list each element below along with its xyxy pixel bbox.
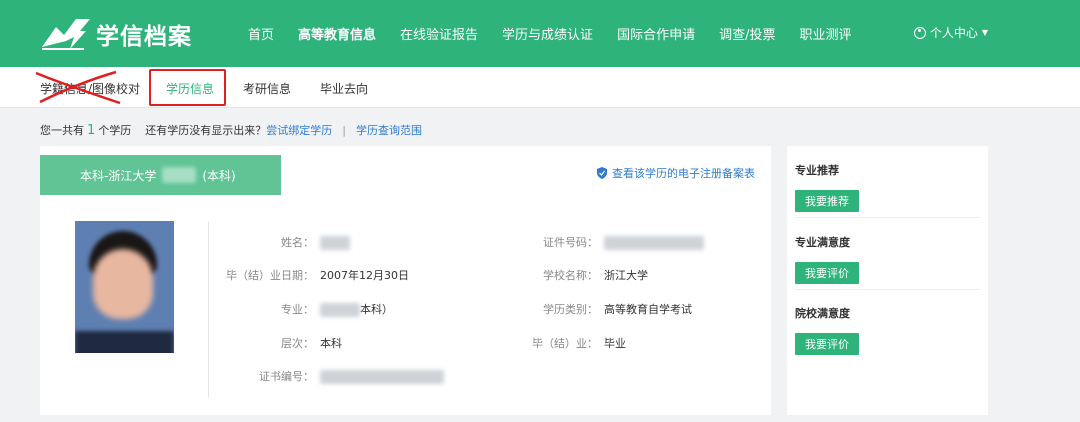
status-value: 毕业 [604,337,626,350]
bind-degree-link[interactable]: 尝试绑定学历 [266,122,332,138]
nav-higher-education[interactable]: 高等教育信息 [298,24,376,43]
side-section-major-recommend: 专业推荐 我要推荐 [795,162,980,212]
summary-hint: 还有学历没有显示出来？ [145,124,267,137]
site-logo[interactable]: 学信档案 [40,17,192,51]
field-major: 专业： 本科） [220,301,393,317]
field-id-number: 证件号码： [510,234,704,250]
status-label: 毕（结）业： [532,337,598,350]
query-scope-link[interactable]: 学历查询范围 [356,122,422,138]
shield-icon [597,167,607,179]
side-title: 院校满意度 [795,307,850,320]
major-value: 本科） [360,303,393,316]
register-form-link[interactable]: 查看该学历的电子注册备案表 [597,165,755,181]
type-value: 高等教育自学考试 [604,303,692,316]
side-panel: 专业推荐 我要推荐 专业满意度 我要评价 院校满意度 我要评价 [787,146,988,415]
major-label: 专业： [281,303,314,316]
degree-card: 本科-浙江大学 (本科) 查看该学历的电子注册备案表 姓名： 毕（结）业日期： 2… [40,146,771,415]
side-section-school-satisfaction: 院校满意度 我要评价 [795,305,980,355]
grad-date-value: 2007年12月30日 [320,269,409,282]
name-label: 姓名： [281,236,314,249]
field-degree-type: 学历类别： 高等教育自学考试 [510,301,692,317]
type-label: 学历类别： [543,303,598,316]
redacted-cert-no [320,370,444,384]
sub-nav: 学籍信息/图像校对 学历信息 考研信息 毕业去向 [0,67,1080,108]
nav-survey[interactable]: 调查/投票 [719,24,775,43]
tab-enrollment-info[interactable]: 学籍信息/图像校对 [40,80,140,97]
redacted-major [320,303,360,317]
rate-school-button[interactable]: 我要评价 [795,333,859,355]
nav-certification[interactable]: 学历与成绩认证 [502,24,593,43]
degree-tab-level: (本科) [202,168,236,183]
level-label: 层次： [281,337,314,350]
degree-summary: 您一共有 1 个学历 还有学历没有显示出来？ 尝试绑定学历 | 学历查询范围 [40,122,422,138]
logo-icon [42,19,90,50]
rate-major-button[interactable]: 我要评价 [795,262,859,284]
tab-graduation-destination[interactable]: 毕业去向 [320,80,368,97]
vertical-divider [208,222,209,398]
degree-count: 1 [87,123,96,138]
field-grad-date: 毕（结）业日期： 2007年12月30日 [220,267,409,283]
degree-tab-title: 本科-浙江大学 [80,168,157,183]
redacted-name [320,236,350,250]
grad-date-label: 毕（结）业日期： [226,269,314,282]
caret-down-icon: ▼ [981,28,988,37]
id-label: 证件号码： [543,236,598,249]
field-school: 学校名称： 浙江大学 [510,267,648,283]
school-label: 学校名称： [543,269,598,282]
field-grad-status: 毕（结）业： 毕业 [510,335,626,351]
student-photo [75,221,174,353]
summary-prefix: 您一共有 [40,124,84,137]
logo-text: 学信档案 [96,24,192,50]
recommend-button[interactable]: 我要推荐 [795,190,859,212]
nav-home[interactable]: 首页 [248,24,274,43]
degree-tab[interactable]: 本科-浙江大学 (本科) [40,155,281,195]
level-value: 本科 [320,337,342,350]
main-nav: 首页 高等教育信息 在线验证报告 学历与成绩认证 国际合作申请 调查/投票 职业… [248,0,875,67]
field-level: 层次： 本科 [220,335,342,351]
user-icon [913,26,926,39]
side-divider [795,289,980,290]
top-header: 学信档案 首页 高等教育信息 在线验证报告 学历与成绩认证 国际合作申请 调查/… [0,0,1080,67]
side-title: 专业推荐 [795,164,839,177]
side-section-major-satisfaction: 专业满意度 我要评价 [795,234,980,284]
nav-online-report[interactable]: 在线验证报告 [400,24,478,43]
tab-graduate-exam[interactable]: 考研信息 [243,80,291,97]
register-form-label: 查看该学历的电子注册备案表 [612,167,755,180]
redacted-block [162,167,197,183]
redacted-id [604,236,704,250]
field-cert-no: 证书编号： [220,368,444,384]
summary-separator: | [342,124,346,137]
nav-career-test[interactable]: 职业测评 [799,24,851,43]
user-center-menu[interactable]: 个人中心 ▼ [913,24,988,41]
summary-suffix: 个学历 [98,124,132,137]
cert-no-label: 证书编号： [259,370,314,383]
side-title: 专业满意度 [795,236,850,249]
school-value: 浙江大学 [604,269,648,282]
highlight-box [149,69,226,106]
nav-international[interactable]: 国际合作申请 [617,24,695,43]
user-center-label: 个人中心 [929,26,978,40]
field-name: 姓名： [220,234,350,250]
side-divider [795,217,980,218]
